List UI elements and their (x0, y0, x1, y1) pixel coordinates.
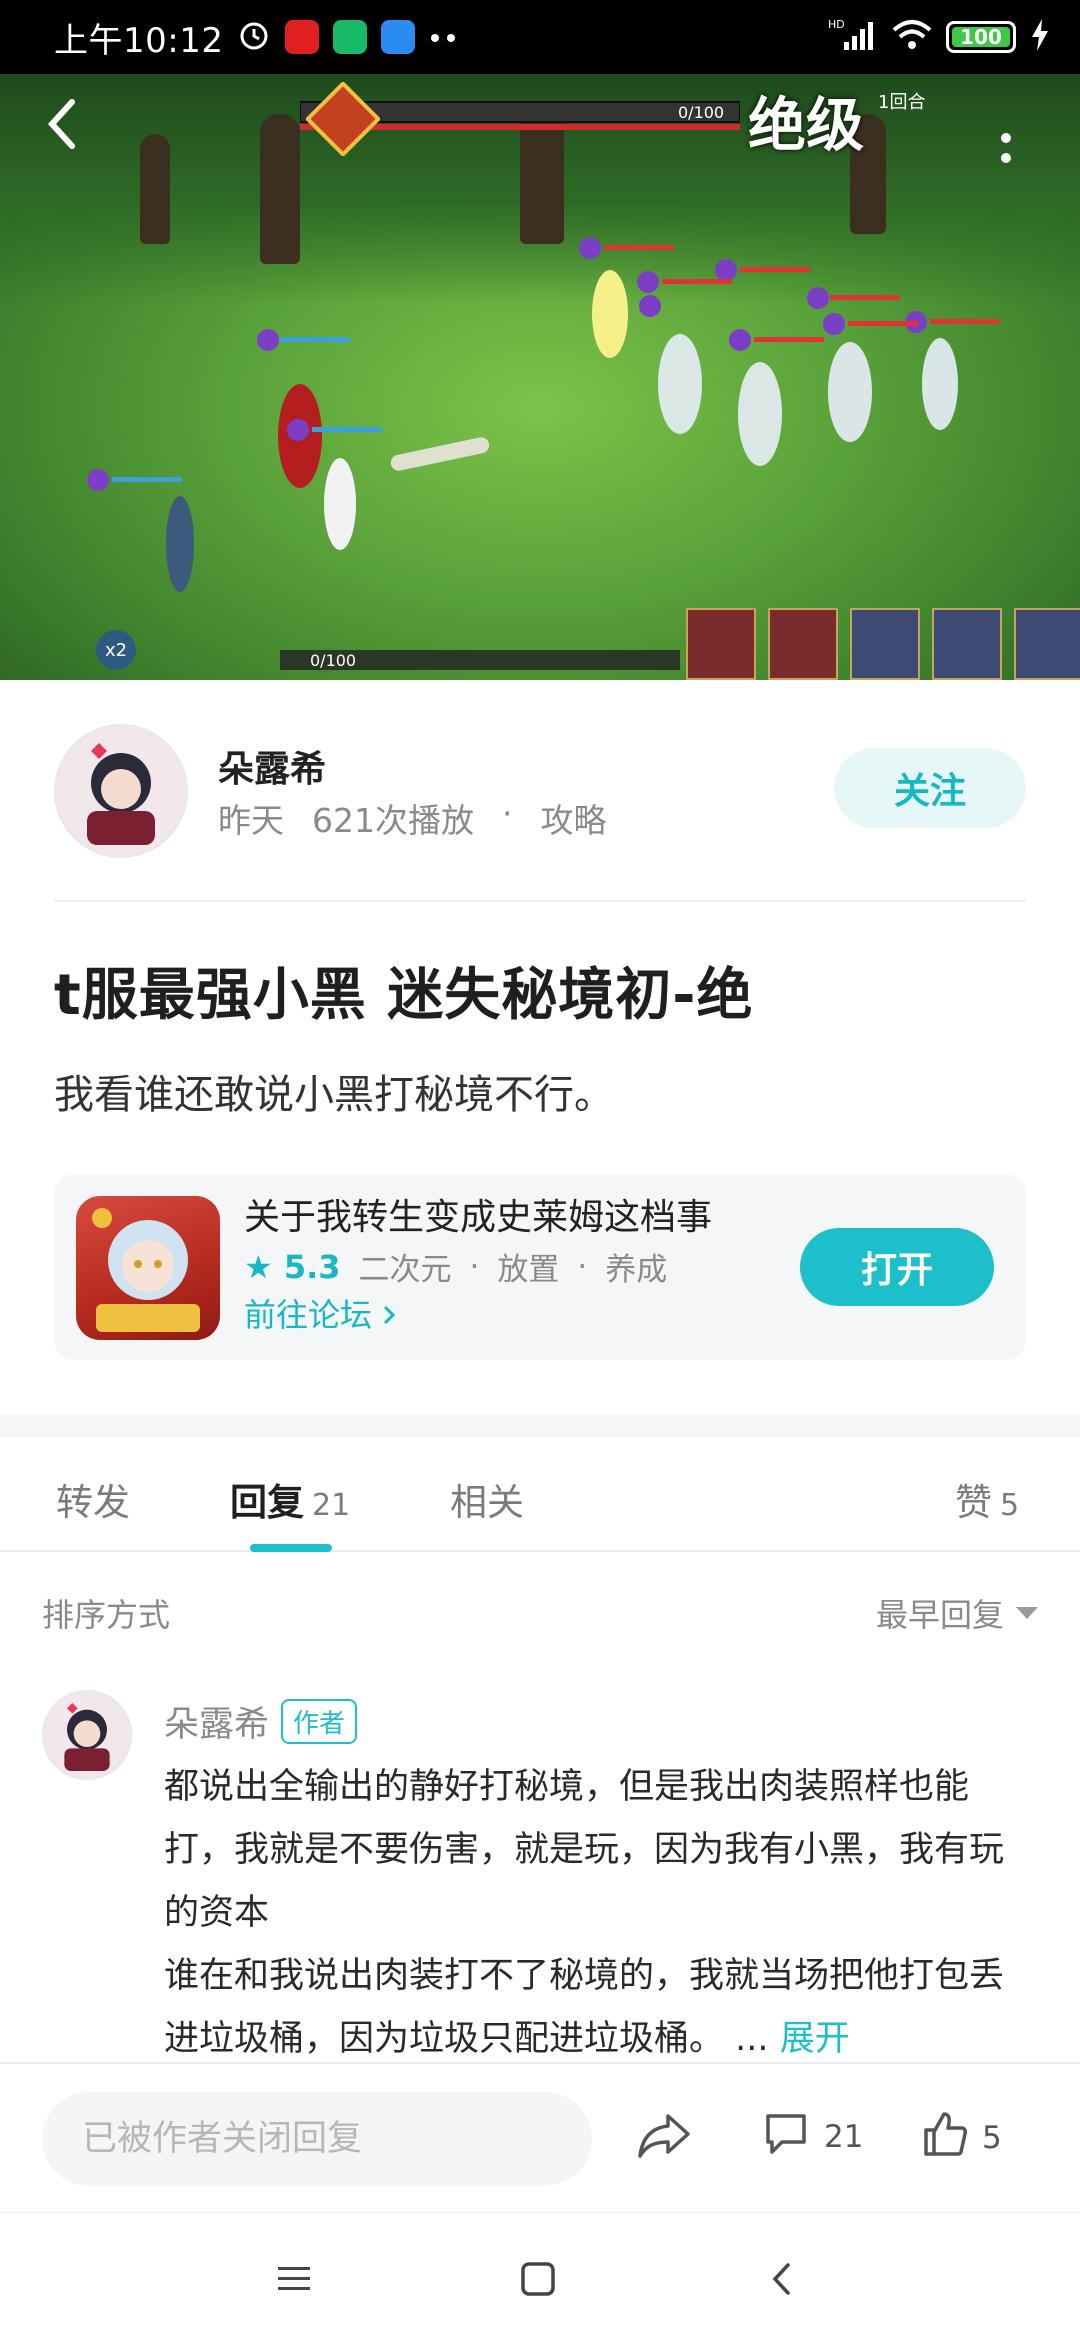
wifi-icon (892, 18, 932, 56)
shield-app-icon (333, 20, 368, 54)
app-name[interactable]: 关于我转生变成史莱姆这档事 (244, 1188, 712, 1240)
post-date: 昨天 (218, 801, 284, 840)
author-avatar[interactable] (54, 724, 188, 858)
open-app-button[interactable]: 打开 (800, 1228, 994, 1306)
sort-label: 排序方式 (42, 1596, 171, 1634)
comment-line: 都说出全输出的静好打秘境，但是我出肉装照样也能打，我就是不要伤害，就是玩，因为我… (164, 1767, 1005, 1933)
app-card[interactable]: 关于我转生变成史莱姆这档事 ★ 5.3 二次元 · 放置 · 养成 前往论坛 打… (54, 1174, 1026, 1360)
alarm-icon (237, 18, 271, 56)
notification-icons (237, 18, 459, 56)
tab-related[interactable]: 相关 (450, 1472, 524, 1526)
follow-button[interactable]: 关注 (834, 748, 1026, 828)
reply-input[interactable] (42, 2092, 592, 2186)
signal-icon: HD (828, 18, 878, 56)
share-icon (636, 2110, 692, 2168)
skill-card (850, 608, 920, 680)
commenter-name-row: 朵露希 作者 (164, 1696, 358, 1747)
section-gap (0, 1414, 1080, 1438)
sort-row: 排序方式 最早回复 (42, 1590, 1038, 1634)
commenter-name[interactable]: 朵露希 (164, 1696, 269, 1747)
rating-value: 5.3 (283, 1247, 341, 1286)
app-icon[interactable] (76, 1196, 220, 1340)
player-energy-bar: 0/100 (280, 648, 680, 672)
comment-line-text: 谁在和我说出肉装打不了秘境的，我就当场把他打包丢进垃圾桶，因为垃圾只配进垃圾桶。 (164, 1956, 1005, 2059)
sort-value: 最早回复 (875, 1596, 1004, 1634)
comment-line: 谁在和我说出肉装打不了秘境的，我就当场把他打包丢进垃圾桶，因为垃圾只配进垃圾桶。… (164, 1945, 1030, 2071)
tab-label: 回复 (230, 1481, 304, 1524)
tag-separator: · (577, 1248, 588, 1285)
skill-card (1014, 608, 1080, 680)
comment-button[interactable]: 21 (762, 2110, 863, 2164)
app-tag: 放置 (497, 1252, 560, 1288)
status-bar: 上午10:12 HD 100 (0, 0, 1080, 74)
tab-replies[interactable]: 回复 21 (230, 1472, 350, 1526)
back-nav-icon[interactable] (752, 2249, 812, 2309)
toutiao-app-icon (285, 20, 320, 54)
share-button[interactable] (636, 2110, 692, 2168)
thumbs-up-icon (920, 2110, 968, 2166)
tab-likes[interactable]: 赞5 (955, 1472, 1019, 1526)
tag-separator: · (469, 1248, 480, 1285)
skill-card (932, 608, 1002, 680)
svg-text:0/100: 0/100 (310, 651, 356, 670)
tab-count: 21 (312, 1488, 351, 1523)
video-player[interactable]: 0/100 绝级 1回合 0/100 x2 (0, 74, 1080, 680)
more-notifications-icon (429, 28, 459, 47)
star-icon: ★ (244, 1247, 273, 1286)
forum-link-label: 前往论坛 (244, 1296, 373, 1334)
tab-bar: 转发 回复 21 相关 赞5 (0, 1438, 1080, 1552)
like-count: 5 (982, 2120, 1002, 2156)
app-info: ★ 5.3 二次元 · 放置 · 养成 (244, 1244, 667, 1289)
svg-text:HD: HD (828, 18, 845, 31)
commenter-avatar[interactable] (42, 1690, 132, 1780)
app-tag: 二次元 (358, 1252, 452, 1288)
expand-link[interactable]: 展开 (780, 2019, 850, 2059)
divider (54, 900, 1026, 902)
menu-icon[interactable] (264, 2249, 324, 2309)
comment-icon (762, 2110, 810, 2164)
comment-text[interactable]: 都说出全输出的静好打秘境，但是我出肉装照样也能打，我就是不要伤害，就是玩，因为我… (164, 1756, 1030, 2071)
speed-button: x2 (96, 630, 136, 670)
tab-repost[interactable]: 转发 (56, 1472, 130, 1526)
skill-card (686, 608, 756, 680)
charging-icon (1030, 19, 1050, 55)
post-body: 我看谁还敢说小黑打秘境不行。 (54, 1072, 614, 1118)
forum-link[interactable]: 前往论坛 (244, 1290, 396, 1336)
phone-app-icon (381, 20, 416, 54)
app-tag: 养成 (605, 1252, 668, 1288)
chevron-right-icon (382, 1296, 396, 1334)
battle-scene (87, 237, 1000, 592)
tab-count: 5 (1000, 1488, 1020, 1523)
tab-label: 转发 (56, 1481, 130, 1524)
post-category[interactable]: 攻略 (541, 794, 607, 842)
post-title: t服最强小黑 迷失秘境初-绝 (54, 963, 754, 1028)
battery-text: 100 (960, 25, 1002, 49)
bottom-action-bar: 21 5 (0, 2062, 1080, 2212)
battery-indicator: 100 (946, 21, 1016, 53)
tab-label: 赞 (955, 1481, 992, 1524)
author-badge: 作者 (281, 1699, 358, 1744)
author-meta: 昨天 621次播放 · 攻略 (218, 794, 607, 842)
caret-down-icon (1016, 1607, 1038, 1619)
author-row: 朵露希 昨天 621次播放 · 攻略 关注 (54, 724, 1026, 858)
home-icon[interactable] (508, 2249, 568, 2309)
status-time: 上午10:12 (54, 20, 224, 61)
meta-separator: · (502, 794, 513, 833)
tab-label: 相关 (450, 1481, 524, 1524)
active-tab-indicator (250, 1544, 332, 1552)
like-button[interactable]: 5 (920, 2110, 1002, 2166)
author-name[interactable]: 朵露希 (218, 740, 326, 792)
skill-card (768, 608, 838, 680)
app-rating: ★ 5.3 (244, 1248, 341, 1286)
system-nav-bar (0, 2212, 1080, 2340)
comment-count: 21 (824, 2119, 864, 2155)
play-count: 621次播放 (312, 801, 474, 840)
sort-dropdown[interactable]: 最早回复 (876, 1590, 1038, 1636)
comment-ellipsis: ... (735, 2019, 769, 2059)
